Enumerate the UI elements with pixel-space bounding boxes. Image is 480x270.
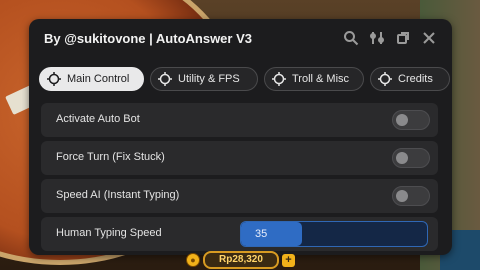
title-bar-icons (342, 29, 438, 47)
tab-troll-misc[interactable]: Troll & Misc (264, 67, 364, 91)
setting-row-activate-auto-bot: Activate Auto Bot (41, 103, 438, 137)
toggle-knob (396, 114, 408, 126)
window-title: By @sukitovone | AutoAnswer V3 (44, 31, 252, 46)
minimize-icon[interactable] (394, 29, 412, 47)
search-icon[interactable] (342, 29, 360, 47)
tab-label: Utility & FPS (178, 73, 240, 85)
toggle-force-turn[interactable] (392, 148, 430, 168)
setting-label: Activate Auto Bot (56, 113, 140, 125)
close-icon[interactable] (420, 29, 438, 47)
setting-row-human-typing-speed: Human Typing Speed 35 (41, 217, 438, 251)
coin-icon: ● (186, 253, 200, 267)
slider-fill (241, 222, 303, 246)
tab-label: Credits (398, 73, 433, 85)
setting-label: Speed AI (Instant Typing) (56, 189, 180, 201)
autoanswer-window: By @sukitovone | AutoAnswer V3 Main Cont… (29, 19, 452, 255)
crosshair-icon (378, 72, 392, 86)
tab-bar: Main Control Utility & FPS Troll & Misc … (39, 67, 450, 91)
slider-value: 35 (255, 228, 268, 240)
crosshair-icon (158, 72, 172, 86)
setting-label: Force Turn (Fix Stuck) (56, 151, 165, 163)
setting-row-speed-ai: Speed AI (Instant Typing) (41, 179, 438, 213)
tab-label: Main Control (67, 73, 130, 85)
toggle-speed-ai[interactable] (392, 186, 430, 206)
toggle-knob (396, 152, 408, 164)
typing-speed-slider[interactable]: 35 (240, 221, 428, 247)
tab-label: Troll & Misc (292, 73, 350, 85)
crosshair-icon (272, 72, 286, 86)
add-currency-button[interactable]: + (281, 253, 295, 267)
tab-credits[interactable]: Credits (370, 67, 450, 91)
setting-label: Human Typing Speed (56, 227, 162, 239)
setting-row-force-turn: Force Turn (Fix Stuck) (41, 141, 438, 175)
crosshair-icon (47, 72, 61, 86)
sliders-icon[interactable] (368, 29, 386, 47)
currency-bar: ● Rp28,320 + (186, 251, 295, 269)
toggle-knob (396, 190, 408, 202)
title-bar: By @sukitovone | AutoAnswer V3 (29, 19, 452, 59)
tab-main-control[interactable]: Main Control (39, 67, 144, 91)
toggle-activate-auto-bot[interactable] (392, 110, 430, 130)
tab-utility-fps[interactable]: Utility & FPS (150, 67, 258, 91)
currency-amount: Rp28,320 (203, 251, 279, 269)
